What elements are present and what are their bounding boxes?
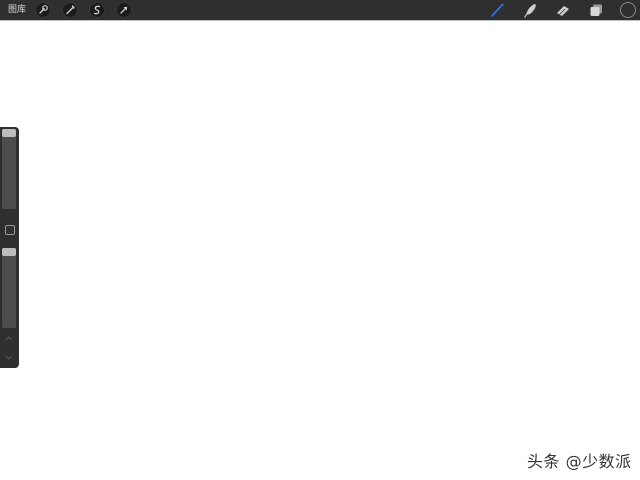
modify-button[interactable] (5, 225, 15, 235)
gallery-button[interactable]: 图库 (8, 4, 26, 16)
smudge-button[interactable] (523, 2, 539, 18)
top-toolbar: 图库 (0, 0, 640, 20)
magic-wand-icon (66, 5, 75, 15)
wrench-icon (39, 5, 48, 14)
redo-button[interactable] (3, 352, 15, 362)
left-sidebar (0, 127, 19, 368)
brush-size-slider[interactable] (2, 129, 16, 209)
watermark: 头条 @少数派 (527, 452, 632, 471)
eraser-icon (557, 6, 569, 16)
redo-arrow-icon (5, 355, 13, 360)
layers-icon (590, 4, 602, 16)
undo-arrow-icon (5, 336, 13, 341)
undo-button[interactable] (3, 334, 15, 344)
transform-icon (120, 6, 128, 14)
color-icon[interactable] (620, 2, 636, 18)
selection-button[interactable] (89, 2, 105, 18)
opacity-slider[interactable] (2, 248, 16, 328)
opacity-thumb[interactable] (2, 248, 16, 256)
layers-button[interactable] (588, 2, 604, 18)
brush-button[interactable] (490, 2, 506, 18)
adjustments-button[interactable] (62, 2, 78, 18)
actions-button[interactable] (35, 2, 51, 18)
brush-size-thumb[interactable] (2, 129, 16, 137)
eraser-button[interactable] (555, 2, 571, 18)
selection-icon (93, 5, 101, 15)
brush-icon (491, 3, 504, 17)
transform-button[interactable] (116, 2, 132, 18)
smudge-icon (524, 4, 536, 18)
drawing-canvas[interactable] (0, 20, 640, 480)
